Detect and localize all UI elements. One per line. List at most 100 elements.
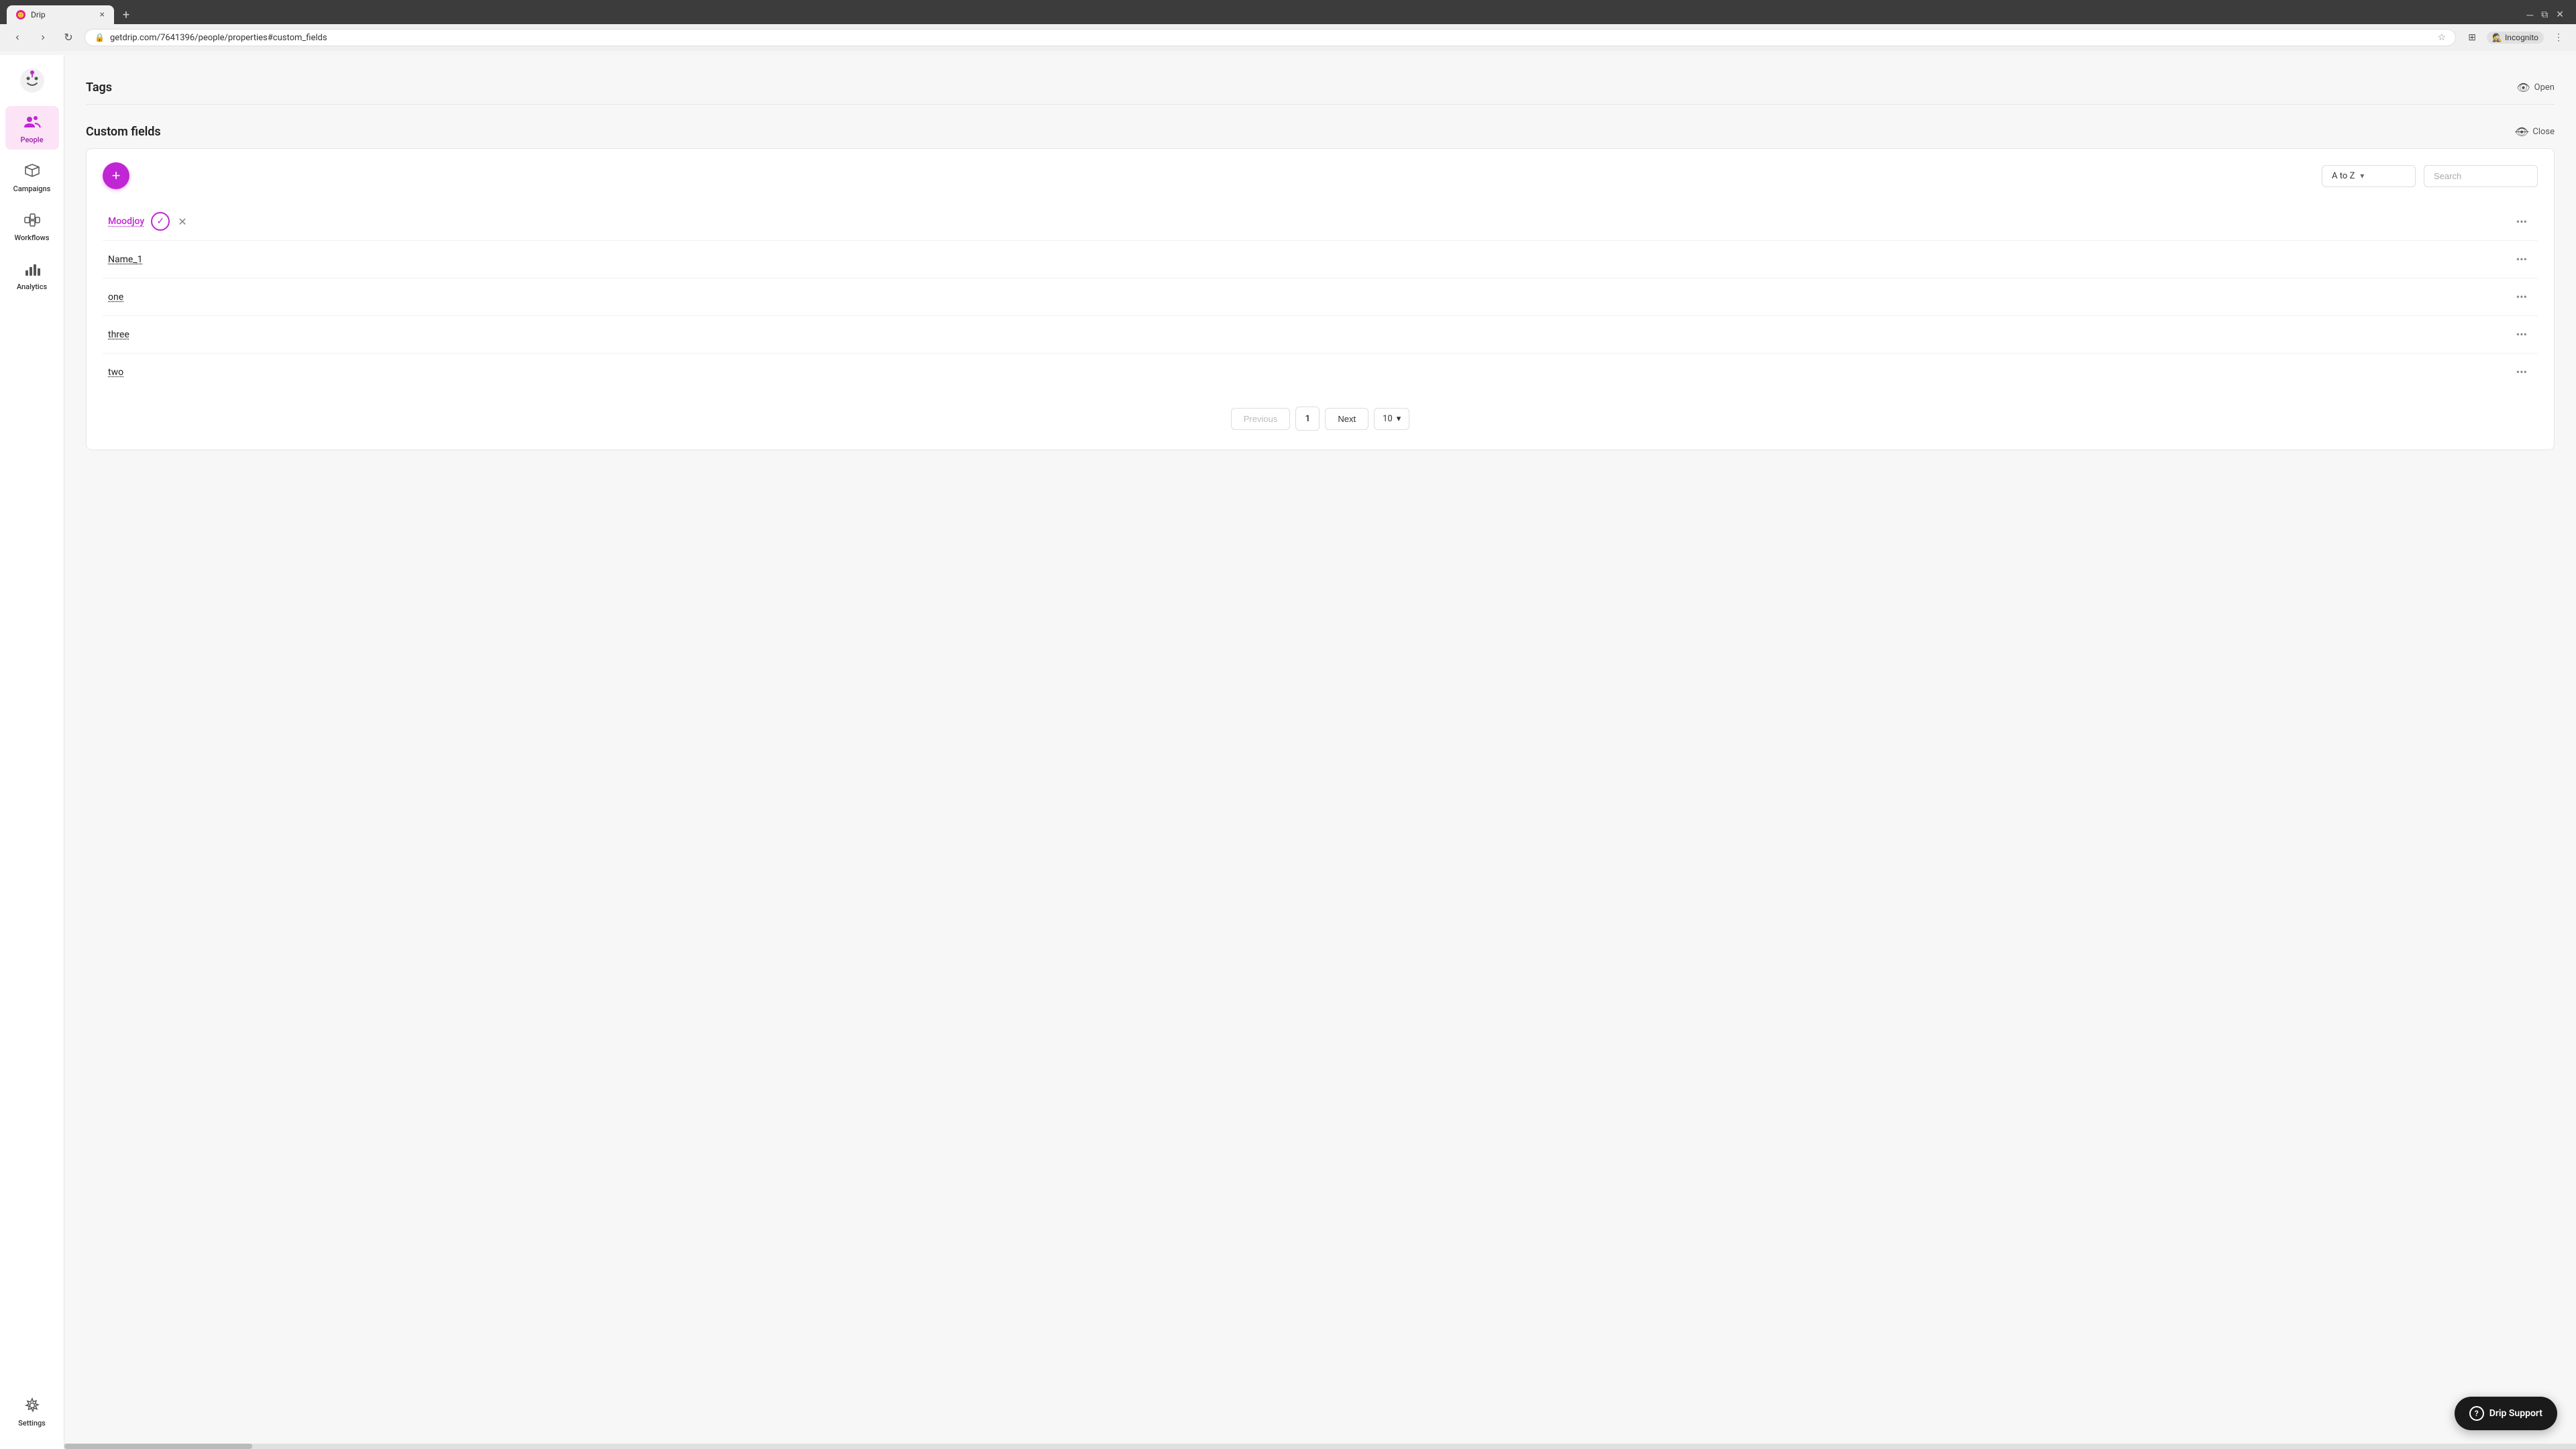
custom-fields-panel: + A to Z ▾ [86, 148, 2555, 450]
tags-open-icon: 👁 [2516, 81, 2530, 94]
field-name-moodjoy[interactable]: Moodjoy [108, 216, 144, 227]
sidebar-item-workflows-label: Workflows [15, 233, 50, 242]
tags-section-title: Tags [86, 80, 112, 95]
field-name-name1[interactable]: Name_1 [108, 254, 143, 265]
tags-section-header: Tags 👁 Open [86, 71, 2555, 104]
tab-title: Drip [31, 10, 46, 19]
incognito-label: Incognito [2505, 33, 2538, 42]
table-row: Name_1 ••• [103, 240, 2538, 278]
minimize-button[interactable]: ─ [2526, 9, 2533, 21]
incognito-badge: 🕵 Incognito [2487, 32, 2544, 44]
close-window-button[interactable]: ✕ [2556, 9, 2564, 20]
current-page-number: 1 [1295, 407, 1320, 431]
nav-icons: ⊞ 🕵 Incognito ⋮ [2463, 28, 2568, 47]
sidebar-item-people-label: People [21, 136, 44, 144]
drip-support-button[interactable]: ? Drip Support [2455, 1397, 2557, 1430]
bottom-scrollbar[interactable] [64, 1444, 2576, 1449]
field-name-cell: Name_1 [108, 254, 143, 265]
address-bar[interactable]: 🔒 getdrip.com/7641396/people/properties#… [85, 29, 2456, 46]
field-edit-confirm-button[interactable]: ✓ [151, 212, 170, 231]
panel-filters: A to Z ▾ [2322, 165, 2538, 187]
sidebar-bottom: Settings [5, 1389, 59, 1433]
sidebar-item-campaigns[interactable]: Campaigns [5, 155, 59, 199]
forward-button[interactable]: › [34, 28, 52, 47]
sort-value: A to Z [2332, 171, 2355, 181]
field-more-button-one[interactable]: ••• [2511, 288, 2532, 306]
sort-select[interactable]: A to Z ▾ [2322, 165, 2416, 187]
field-more-button-two[interactable]: ••• [2511, 363, 2532, 381]
checkmark-icon: ✓ [156, 216, 164, 227]
drip-support-label: Drip Support [2489, 1408, 2542, 1419]
field-more-button-moodjoy[interactable]: ••• [2511, 213, 2532, 231]
app-wrapper: People Campaigns [0, 55, 2576, 1449]
sidebar-item-campaigns-label: Campaigns [13, 184, 51, 193]
tab-close-button[interactable]: × [100, 9, 105, 20]
field-more-button-three[interactable]: ••• [2511, 325, 2532, 343]
people-icon [21, 111, 43, 133]
custom-fields-close-label: Close [2532, 127, 2555, 137]
field-name-cell: Moodjoy ✓ ✕ [108, 212, 187, 231]
analytics-icon [21, 258, 43, 280]
table-row: three ••• [103, 315, 2538, 353]
address-text: getdrip.com/7641396/people/properties#cu… [110, 33, 2432, 43]
content-area: Tags 👁 Open Custom fields 👁 Close [64, 55, 2576, 477]
active-tab[interactable]: 🙂 Drip × [7, 5, 114, 24]
field-name-cell: two [108, 367, 123, 378]
table-row: one ••• [103, 278, 2538, 315]
field-name-cell: one [108, 292, 123, 303]
main-content: Tags 👁 Open Custom fields 👁 Close [64, 55, 2576, 1449]
scrollbar-thumb[interactable] [64, 1444, 252, 1449]
field-edit-cancel-button[interactable]: ✕ [178, 215, 186, 228]
settings-icon [21, 1395, 43, 1416]
field-name-one[interactable]: one [108, 292, 123, 303]
sidebar-item-analytics-label: Analytics [17, 282, 47, 291]
next-page-button[interactable]: Next [1325, 408, 1368, 430]
tab-favicon: 🙂 [16, 10, 25, 19]
sidebar-item-settings-label: Settings [18, 1419, 46, 1428]
table-row: two ••• [103, 353, 2538, 390]
workflows-icon [21, 209, 43, 231]
sidebar-item-settings[interactable]: Settings [5, 1389, 59, 1433]
custom-fields-close-button[interactable]: 👁 Close [2515, 125, 2555, 138]
field-name-cell: three [108, 329, 129, 340]
browser-chrome: 🙂 Drip × + ─ ⧉ ✕ ‹ › ↻ 🔒 getdrip.com/764… [0, 0, 2576, 51]
add-field-button[interactable]: + [103, 162, 129, 189]
tags-open-button[interactable]: 👁 Open [2516, 81, 2555, 94]
search-field[interactable] [2434, 171, 2528, 181]
bookmark-icon[interactable]: ☆ [2438, 32, 2447, 43]
menu-button[interactable]: ⋮ [2549, 28, 2568, 47]
sidebar: People Campaigns [0, 55, 64, 1449]
field-name-three[interactable]: three [108, 329, 129, 340]
back-button[interactable]: ‹ [8, 28, 27, 47]
tags-section: Tags 👁 Open [86, 71, 2555, 105]
new-tab-button[interactable]: + [117, 5, 136, 24]
custom-fields-section-header: Custom fields 👁 Close [86, 115, 2555, 148]
sidebar-item-workflows[interactable]: Workflows [5, 204, 59, 248]
campaigns-icon [21, 160, 43, 182]
lock-icon: 🔒 [95, 33, 105, 42]
nav-bar: ‹ › ↻ 🔒 getdrip.com/7641396/people/prope… [0, 24, 2576, 51]
previous-page-button[interactable]: Previous [1231, 408, 1291, 430]
refresh-button[interactable]: ↻ [59, 28, 78, 47]
fields-list: Moodjoy ✓ ✕ ••• Name_1 [103, 203, 2538, 390]
sidebar-item-people[interactable]: People [5, 106, 59, 150]
panel-controls: + A to Z ▾ [103, 162, 2538, 189]
field-more-button-name1[interactable]: ••• [2511, 250, 2532, 268]
field-name-two[interactable]: two [108, 367, 123, 378]
tags-divider [86, 104, 2555, 105]
sort-chevron-icon: ▾ [2360, 171, 2364, 180]
pagination: Previous 1 Next 10 ▾ [103, 390, 2538, 436]
sidebar-logo[interactable] [17, 66, 47, 95]
restore-button[interactable]: ⧉ [2541, 9, 2548, 20]
tab-bar: 🙂 Drip × + ─ ⧉ ✕ [0, 0, 2576, 24]
drip-support-icon: ? [2469, 1406, 2484, 1421]
extensions-button[interactable]: ⊞ [2463, 28, 2481, 47]
table-row: Moodjoy ✓ ✕ ••• [103, 203, 2538, 240]
custom-fields-section-title: Custom fields [86, 125, 161, 139]
search-input-wrapper[interactable] [2424, 165, 2538, 187]
per-page-chevron-icon: ▾ [1397, 414, 1401, 424]
tags-open-label: Open [2534, 83, 2555, 93]
sidebar-item-analytics[interactable]: Analytics [5, 253, 59, 297]
custom-fields-close-icon: 👁 [2515, 125, 2528, 138]
per-page-select[interactable]: 10 ▾ [1374, 408, 1409, 430]
